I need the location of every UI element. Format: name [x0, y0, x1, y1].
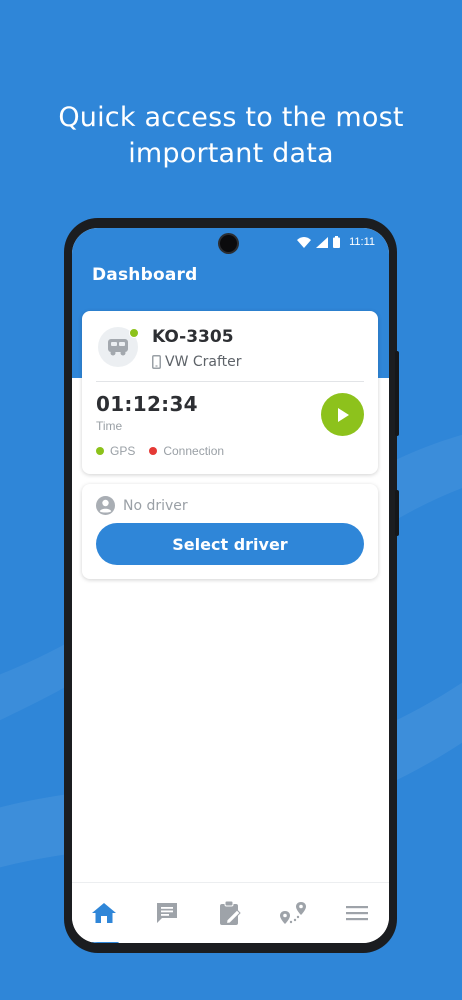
bus-icon	[108, 339, 128, 356]
status-bar: 11:11	[297, 234, 375, 250]
nav-tasks[interactable]	[205, 891, 255, 935]
select-driver-button[interactable]: Select driver	[96, 523, 364, 565]
nav-home[interactable]	[79, 891, 129, 943]
phone-side-button	[395, 490, 399, 536]
nav-messages[interactable]	[142, 891, 192, 935]
connection-label: Connection	[163, 444, 225, 458]
driver-placeholder: No driver	[123, 497, 188, 514]
connection-status-dot	[149, 447, 158, 455]
wifi-icon	[297, 236, 312, 248]
play-icon	[337, 407, 349, 422]
route-icon	[279, 902, 306, 924]
page-title: Dashboard	[92, 265, 198, 285]
online-status-dot	[129, 328, 139, 338]
divider	[96, 381, 364, 382]
start-button[interactable]	[321, 393, 364, 436]
gps-label: GPS	[110, 444, 136, 458]
vehicle-plate: KO-3305	[152, 327, 234, 347]
driver-card: No driver Select driver	[82, 484, 378, 579]
tasks-icon	[220, 900, 242, 925]
driver-row: No driver	[96, 496, 188, 515]
gps-status-dot	[96, 447, 104, 455]
headline-line-1: Quick access to the most	[58, 102, 404, 133]
gps-status: GPS	[96, 444, 135, 458]
timer-label: Time	[96, 419, 123, 433]
bottom-navigation	[72, 882, 389, 943]
status-time: 11:11	[349, 236, 375, 248]
trip-timer: 01:12:34	[96, 392, 198, 416]
messages-icon	[157, 903, 178, 923]
connection-status-row: GPS Connection	[96, 444, 224, 458]
battery-icon	[333, 236, 341, 248]
headline: Quick access to the most important data	[0, 100, 462, 172]
vehicle-model-row: VW Crafter	[152, 354, 242, 370]
phone-screen: 11:11 Dashboard KO-3305 VW Crafter 01:12…	[72, 228, 389, 943]
home-icon	[91, 903, 116, 923]
connection-status: Connection	[149, 444, 224, 458]
vehicle-card[interactable]: KO-3305 VW Crafter 01:12:34 Time GPS Con…	[82, 311, 378, 474]
nav-menu[interactable]	[332, 891, 382, 935]
nav-route[interactable]	[269, 891, 319, 935]
headline-line-2: important data	[128, 138, 334, 169]
front-camera	[220, 235, 237, 252]
phone-frame: 11:11 Dashboard KO-3305 VW Crafter 01:12…	[64, 218, 399, 953]
phone-icon	[152, 355, 161, 369]
signal-icon	[316, 236, 329, 248]
phone-side-button	[395, 351, 399, 436]
vehicle-model: VW Crafter	[165, 354, 242, 370]
menu-icon	[346, 906, 369, 921]
user-icon	[96, 496, 115, 515]
